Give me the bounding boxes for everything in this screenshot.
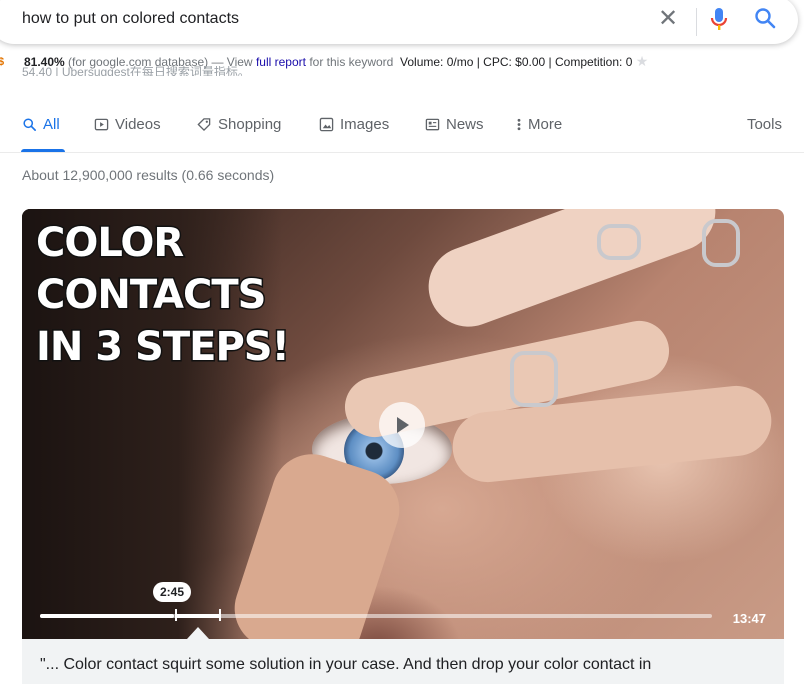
- callout-pointer: [187, 627, 209, 639]
- key-moment-segment[interactable]: [175, 614, 221, 618]
- active-tab-indicator: [21, 149, 65, 152]
- play-button[interactable]: [379, 402, 425, 448]
- tab-videos[interactable]: Videos: [94, 116, 161, 133]
- ring-icon: [510, 351, 558, 407]
- search-bar: how to put on colored contacts ✕: [0, 0, 798, 44]
- video-progress-fill: [40, 614, 175, 618]
- key-moment-end: [219, 609, 221, 621]
- tag-icon: [197, 118, 211, 132]
- tab-label: News: [446, 116, 484, 133]
- tab-label: Shopping: [218, 116, 282, 133]
- tab-all[interactable]: All: [22, 116, 60, 133]
- more-vert-icon: [517, 118, 521, 131]
- image-icon: [319, 117, 334, 132]
- tab-label: Videos: [115, 116, 161, 133]
- transcript-snippet: "... Color contact squirt some solution …: [22, 639, 784, 684]
- keyword-logo-icon: $: [0, 56, 5, 68]
- key-moment-start: [175, 609, 177, 621]
- key-moment-timestamp[interactable]: 2:45: [153, 582, 192, 602]
- newspaper-icon: [425, 118, 440, 131]
- search-tabs: All Videos Shopping Images News More Too…: [0, 106, 804, 153]
- video-duration: 13:47: [732, 611, 766, 626]
- ring-icon: [597, 224, 641, 260]
- keyword-report-suffix: for this keyword: [309, 55, 394, 69]
- tab-news[interactable]: News: [425, 116, 484, 133]
- tab-label: All: [43, 116, 60, 133]
- video-progress-track[interactable]: [40, 614, 712, 618]
- video-thumbnail-title: COLOR CONTACTS IN 3 STEPS!: [35, 217, 292, 373]
- title-line: CONTACTS: [35, 271, 268, 320]
- tools-button[interactable]: Tools: [747, 116, 782, 133]
- ring-icon: [702, 219, 740, 267]
- play-icon: [397, 417, 409, 433]
- close-icon[interactable]: ✕: [658, 7, 678, 31]
- search-icon: [23, 118, 36, 131]
- video-thumbnail[interactable]: COLOR CONTACTS IN 3 STEPS! 2:45 13:47: [22, 209, 784, 639]
- divider: [696, 8, 697, 36]
- tab-images[interactable]: Images: [319, 116, 389, 133]
- mic-icon[interactable]: [707, 6, 731, 37]
- result-stats: About 12,900,000 results (0.66 seconds): [22, 167, 275, 183]
- transcript-text: "... Color contact squirt some solution …: [40, 656, 652, 673]
- tab-shopping[interactable]: Shopping: [196, 116, 281, 133]
- title-line: COLOR: [35, 219, 186, 268]
- full-report-link[interactable]: full report: [256, 55, 306, 69]
- thumbnail-finger: [417, 209, 727, 338]
- title-line: IN 3 STEPS!: [35, 323, 292, 372]
- tab-label: Images: [340, 116, 390, 133]
- search-input[interactable]: how to put on colored contacts: [22, 10, 239, 28]
- video-icon: [94, 118, 109, 131]
- ghost-text: 54.40 | Ubersuggest在每日搜索词量指标。: [22, 66, 250, 76]
- search-icon[interactable]: [753, 6, 777, 35]
- keyword-metrics: Volume: 0/mo | CPC: $0.00 | Competition:…: [400, 55, 633, 69]
- star-icon[interactable]: ★: [636, 53, 649, 69]
- tab-label: More: [528, 116, 563, 133]
- tab-more[interactable]: More: [516, 116, 562, 133]
